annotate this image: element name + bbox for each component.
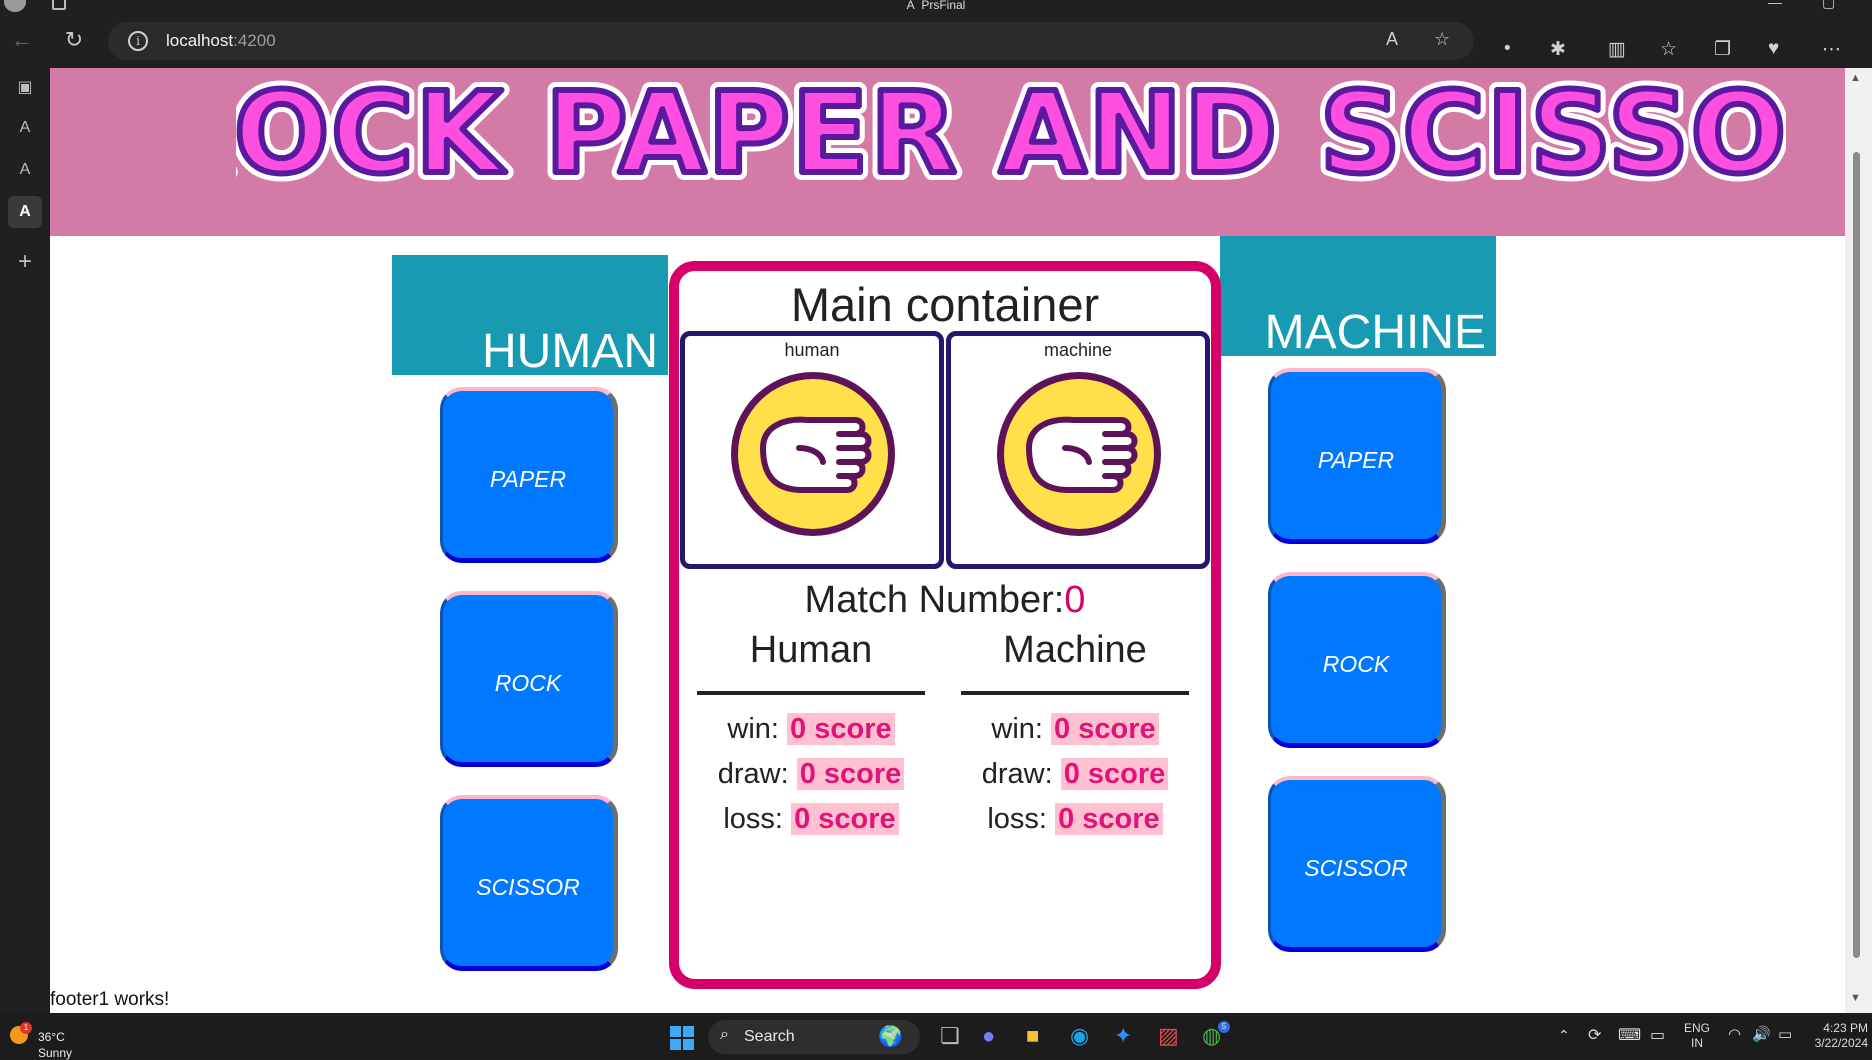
chat-icon[interactable]: ● <box>982 1023 995 1051</box>
address-bar-row: ← ↻ i localhost:4200 A ☆ • ✱ ▥ ☆ ❐ ♥ ⋯ <box>0 14 1872 68</box>
main-container: Main container human machine Match Numbe… <box>669 261 1221 989</box>
machine-draw-row: draw: 0 score <box>961 758 1189 803</box>
url-text[interactable]: localhost:4200 <box>166 31 276 51</box>
read-aloud-icon[interactable]: A <box>1386 29 1398 50</box>
machine-win-value: 0 score <box>1051 713 1159 745</box>
machine-loss-row: loss: 0 score <box>961 803 1189 848</box>
match-number-value: 0 <box>1064 579 1086 621</box>
human-choice-box: human <box>680 331 944 569</box>
file-explorer-icon[interactable]: ■ <box>1026 1023 1039 1051</box>
language-indicator[interactable]: ENG IN <box>1684 1021 1710 1051</box>
start-windows-icon[interactable] <box>670 1026 694 1050</box>
hand-icon <box>997 372 1161 536</box>
footer-text: footer1 works! <box>50 989 170 1010</box>
machine-choice-label: machine <box>1043 340 1113 360</box>
human-scissor-button[interactable]: SCISSOR <box>440 795 618 971</box>
human-choice-label: human <box>784 340 840 360</box>
minimize-icon[interactable]: — <box>1768 0 1782 10</box>
human-score-heading: Human <box>749 629 873 671</box>
angular-icon: A <box>906 0 915 12</box>
window-title: A PrsFinal <box>906 0 966 12</box>
collections-icon[interactable]: ❐ <box>1714 38 1731 61</box>
extension-icon[interactable]: • <box>1504 38 1511 60</box>
vscode-icon[interactable]: ✦ <box>1114 1023 1132 1051</box>
battery-icon[interactable]: ▭ <box>1778 1025 1792 1043</box>
svg-text:ROCK PAPER AND SCISSOR: ROCK PAPER AND SCISSOR <box>236 69 1786 194</box>
machine-choice-box: machine <box>946 331 1210 569</box>
snipping-tool-icon[interactable]: ▨ <box>1158 1023 1179 1051</box>
machine-loss-value: 0 score <box>1055 803 1163 835</box>
taskbar: 1 36°C Sunny ⌕ Search 🌍 ❏ ● ■ ◉ ✦ ▨ ◍ 5 … <box>0 1013 1872 1060</box>
tab-actions-icon[interactable]: ▣ <box>8 72 42 104</box>
split-screen-icon[interactable]: ▥ <box>1608 38 1626 61</box>
hand-icon <box>731 372 895 536</box>
page-scrollbar[interactable]: ▲ ▼ <box>1845 68 1872 1013</box>
browser-sidebar: ▣ A A A + <box>0 68 50 1013</box>
edge-icon[interactable]: ◉ <box>1070 1023 1089 1051</box>
extensions-puzzle-icon[interactable]: ✱ <box>1550 38 1566 61</box>
more-menu-icon[interactable]: ⋯ <box>1822 38 1841 61</box>
task-view-icon[interactable]: ❏ <box>940 1023 960 1051</box>
tab-icon[interactable]: A <box>8 154 42 186</box>
main-title: Main container <box>790 278 1100 331</box>
human-loss-value: 0 score <box>791 803 899 835</box>
machine-paper-button[interactable]: PAPER <box>1268 368 1446 544</box>
game-logo: ROCK PAPER AND SCISSOR ROCK PAPER AND SC… <box>236 68 1786 194</box>
keyboard-icon[interactable]: ⌨ <box>1618 1025 1641 1045</box>
clock[interactable]: 4:23 PM 3/22/2024 <box>1808 1021 1868 1051</box>
machine-win-row: win: 0 score <box>961 713 1189 758</box>
favorite-star-icon[interactable]: ☆ <box>1434 29 1450 50</box>
match-number: Match Number:0 <box>804 579 1086 621</box>
tab-icon[interactable]: A <box>8 112 42 144</box>
human-win-value: 0 score <box>787 713 895 745</box>
human-win-row: win: 0 score <box>697 713 925 758</box>
page-header: ROCK PAPER AND SCISSOR ROCK PAPER AND SC… <box>50 68 1845 236</box>
back-icon[interactable]: ← <box>8 26 36 54</box>
search-highlight-icon: 🌍 <box>878 1026 903 1048</box>
human-rock-button[interactable]: ROCK <box>440 591 618 767</box>
divider <box>961 691 1189 695</box>
browser-essentials-icon[interactable]: ♥ <box>1768 38 1779 60</box>
site-info-icon[interactable]: i <box>128 31 148 51</box>
human-score-column: Human win: 0 score draw: 0 score loss: 0… <box>697 629 925 848</box>
search-placeholder: Search <box>744 1028 795 1045</box>
url-bar[interactable]: i localhost:4200 A ☆ <box>108 22 1474 60</box>
machine-score-column: Machine win: 0 score draw: 0 score loss:… <box>961 629 1189 848</box>
scroll-up-icon[interactable]: ▲ <box>1850 72 1861 84</box>
human-header: HUMAN <box>392 255 668 378</box>
machine-score-heading: Machine <box>1003 629 1147 671</box>
chrome-badge: 5 <box>1218 1021 1230 1033</box>
human-draw-row: draw: 0 score <box>697 758 925 803</box>
machine-rock-button[interactable]: ROCK <box>1268 572 1446 748</box>
human-loss-row: loss: 0 score <box>697 803 925 848</box>
maximize-icon[interactable]: ▢ <box>1822 0 1835 11</box>
scroll-down-icon[interactable]: ▼ <box>1850 992 1861 1004</box>
weather-badge: 1 <box>20 1022 32 1034</box>
wifi-icon[interactable]: ◠ <box>1728 1025 1741 1043</box>
weather-temp: 36°C <box>38 1030 65 1044</box>
divider <box>697 691 925 695</box>
display-icon[interactable]: ▭ <box>1650 1025 1665 1045</box>
new-tab-icon[interactable]: + <box>8 246 42 278</box>
machine-scissor-button[interactable]: SCISSOR <box>1268 776 1446 952</box>
sync-icon[interactable]: ⟳ <box>1588 1025 1601 1045</box>
show-hidden-icons-icon[interactable]: ⌃ <box>1558 1027 1570 1044</box>
taskbar-search[interactable]: ⌕ Search 🌍 <box>708 1020 920 1054</box>
machine-header: MACHINE <box>1220 236 1496 359</box>
machine-draw-value: 0 score <box>1060 758 1169 790</box>
human-draw-value: 0 score <box>796 758 905 790</box>
favorites-icon[interactable]: ☆ <box>1660 38 1677 61</box>
weather-desc: Sunny <box>38 1046 73 1060</box>
volume-icon[interactable]: 🔊 <box>1752 1025 1771 1043</box>
search-icon: ⌕ <box>720 1026 729 1043</box>
refresh-icon[interactable]: ↻ <box>60 26 88 54</box>
tab-icon-active[interactable]: A <box>8 196 42 228</box>
page-content: ROCK PAPER AND SCISSOR ROCK PAPER AND SC… <box>50 68 1845 1013</box>
scrollbar-thumb[interactable] <box>1853 152 1860 958</box>
title-bar: A PrsFinal — ▢ <box>0 0 1872 14</box>
human-paper-button[interactable]: PAPER <box>440 387 618 563</box>
